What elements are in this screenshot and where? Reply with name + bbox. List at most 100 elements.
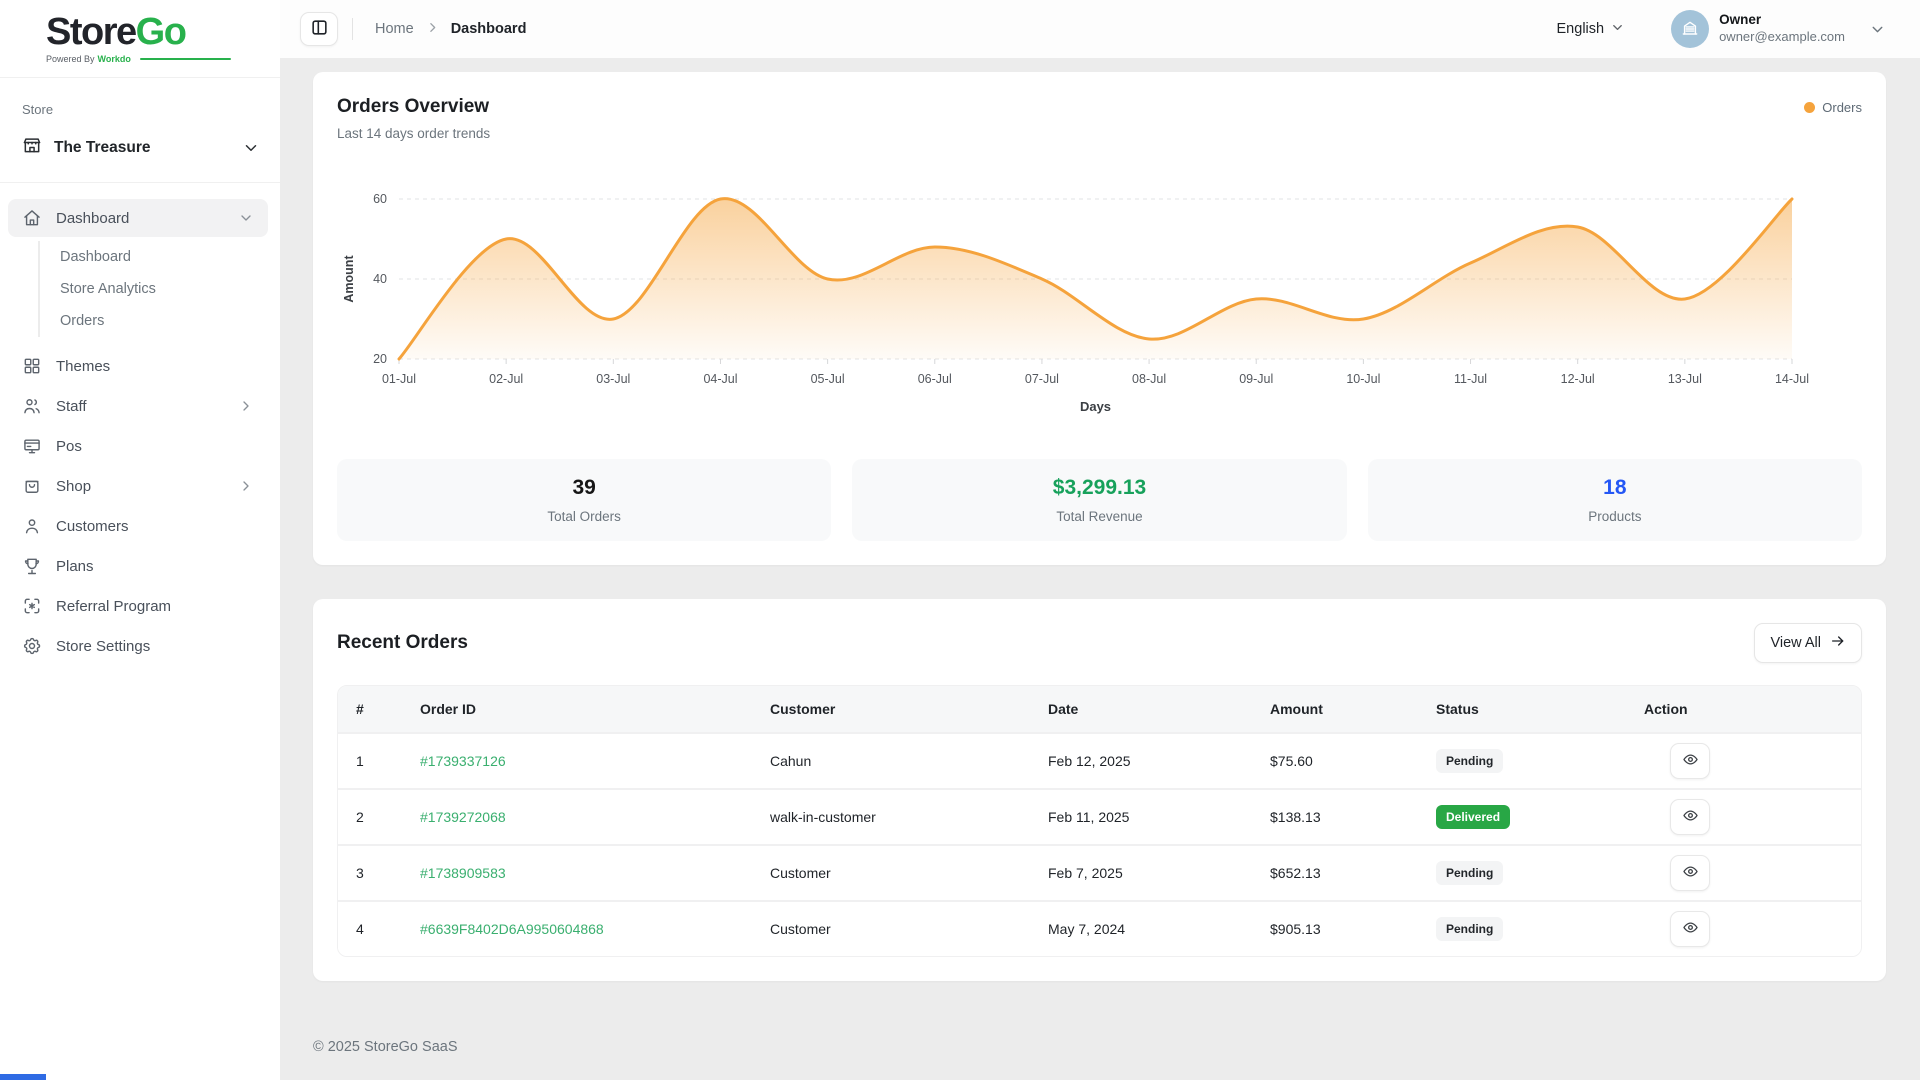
chevron-down-icon [242, 139, 260, 157]
stat-value: $3,299.13 [1053, 476, 1146, 500]
sidebar-item-label: Staff [56, 398, 87, 415]
store-selector[interactable]: The Treasure [22, 129, 268, 166]
sidebar-subitem-orders[interactable]: Orders [40, 305, 280, 337]
chevron-right-icon [238, 478, 254, 494]
view-order-button[interactable] [1670, 743, 1710, 779]
cell-amount: $75.60 [1270, 753, 1436, 769]
sidebar-item-customers[interactable]: Customers [8, 507, 268, 545]
status-badge: Pending [1436, 749, 1503, 773]
arrow-right-icon [1830, 633, 1846, 653]
view-all-button[interactable]: View All [1754, 623, 1862, 663]
storefront-icon [22, 135, 42, 160]
store-name: The Treasure [54, 139, 151, 157]
svg-text:09-Jul: 09-Jul [1239, 372, 1273, 386]
breadcrumb: Home Dashboard [375, 21, 526, 38]
footer: © 2025 StoreGo SaaS [313, 1039, 1886, 1065]
sidebar-item-staff[interactable]: Staff [8, 387, 268, 425]
sidebar-item-label: Themes [56, 358, 110, 375]
chevron-down-icon [1610, 20, 1625, 39]
column-header-date: Date [1048, 701, 1270, 717]
area-chart-svg: 20406001-Jul02-Jul03-Jul04-Jul05-Jul06-J… [337, 169, 1862, 424]
sidebar-item-referral-program[interactable]: Referral Program [8, 587, 268, 625]
monitor-icon [22, 436, 42, 456]
svg-text:05-Jul: 05-Jul [811, 372, 845, 386]
svg-text:02-Jul: 02-Jul [489, 372, 523, 386]
logo-text: StoreGo [46, 13, 280, 51]
stat-label: Products [1588, 509, 1641, 524]
cell-num: 4 [356, 921, 420, 937]
cell-date: May 7, 2024 [1048, 921, 1270, 937]
cell-status: Pending [1436, 749, 1644, 773]
order-id-link[interactable]: #1738909583 [420, 865, 770, 881]
breadcrumb-home-link[interactable]: Home [375, 21, 414, 37]
grid-icon [22, 356, 42, 376]
sidebar-item-pos[interactable]: Pos [8, 427, 268, 465]
logo-underline [140, 58, 231, 60]
column-header-num: # [356, 701, 420, 717]
svg-text:11-Jul: 11-Jul [1454, 372, 1487, 386]
cell-customer: Cahun [770, 753, 1048, 769]
sidebar-subitem-store-analytics[interactable]: Store Analytics [40, 273, 280, 305]
legend-label: Orders [1822, 100, 1862, 115]
sidebar-item-label: Store Settings [56, 638, 150, 655]
sidebar-toggle-button[interactable] [300, 12, 338, 46]
chevron-down-icon [1869, 21, 1886, 38]
table-row: 3#1738909583CustomerFeb 7, 2025$652.13Pe… [338, 844, 1861, 900]
app-logo[interactable]: StoreGo Powered By Workdo [0, 0, 280, 78]
trophy-icon [22, 556, 42, 576]
svg-text:03-Jul: 03-Jul [596, 372, 630, 386]
cell-date: Feb 11, 2025 [1048, 809, 1270, 825]
stat-label: Total Orders [547, 509, 621, 524]
stat-card-products: 18Products [1368, 459, 1862, 541]
stat-card-total-orders: 39Total Orders [337, 459, 831, 541]
sidebar-item-themes[interactable]: Themes [8, 347, 268, 385]
order-id-link[interactable]: #6639F8402D6A9950604868 [420, 921, 770, 937]
language-selector[interactable]: English [1557, 20, 1626, 39]
order-id-link[interactable]: #1739272068 [420, 809, 770, 825]
language-label: English [1557, 21, 1605, 37]
cell-amount: $652.13 [1270, 865, 1436, 881]
cell-date: Feb 12, 2025 [1048, 753, 1270, 769]
chart-legend-orders[interactable]: Orders [1804, 96, 1862, 115]
powered-by: Powered By Workdo [46, 54, 231, 64]
user-icon [22, 516, 42, 536]
table-row: 4#6639F8402D6A9950604868CustomerMay 7, 2… [338, 900, 1861, 956]
cell-status: Pending [1436, 861, 1644, 885]
topbar: Home Dashboard English Owner owner@examp… [280, 0, 1920, 58]
view-order-button[interactable] [1670, 799, 1710, 835]
breadcrumb-current: Dashboard [451, 21, 527, 37]
cell-action [1644, 743, 1843, 779]
svg-text:60: 60 [373, 192, 387, 206]
view-order-button[interactable] [1670, 911, 1710, 947]
view-order-button[interactable] [1670, 855, 1710, 891]
column-header-status: Status [1436, 701, 1644, 717]
powered-by-brand: Workdo [98, 54, 131, 64]
stat-label: Total Revenue [1056, 509, 1142, 524]
sidebar-item-label: Plans [56, 558, 94, 575]
cell-amount: $905.13 [1270, 921, 1436, 937]
order-id-link[interactable]: #1739337126 [420, 753, 770, 769]
sidebar-submenu: DashboardStore AnalyticsOrders [38, 241, 280, 337]
user-menu[interactable]: Owner owner@example.com [1671, 10, 1886, 48]
sidebar-item-label: Dashboard [56, 210, 129, 227]
sidebar-item-store-settings[interactable]: Store Settings [8, 627, 268, 665]
column-header-order-id: Order ID [420, 701, 770, 717]
sidebar-subitem-dashboard[interactable]: Dashboard [40, 241, 280, 273]
cell-status: Delivered [1436, 805, 1644, 829]
svg-text:06-Jul: 06-Jul [918, 372, 952, 386]
building-icon [1680, 19, 1700, 39]
copyright-text: © 2025 StoreGo SaaS [313, 1039, 458, 1055]
cell-customer: Customer [770, 865, 1048, 881]
sidebar-item-shop[interactable]: Shop [8, 467, 268, 505]
orders-overview-card: Orders Overview Last 14 days order trend… [313, 72, 1886, 565]
sidebar-item-dashboard[interactable]: Dashboard [8, 199, 268, 237]
sidebar-item-plans[interactable]: Plans [8, 547, 268, 585]
sidebar-menu: DashboardDashboardStore AnalyticsOrdersT… [0, 183, 280, 665]
svg-text:Amount: Amount [342, 255, 356, 303]
svg-text:14-Jul: 14-Jul [1775, 372, 1809, 386]
svg-text:12-Jul: 12-Jul [1561, 372, 1595, 386]
topbar-divider [352, 18, 353, 40]
column-header-action: Action [1644, 701, 1843, 717]
eye-icon [1682, 919, 1699, 939]
table-row: 1#1739337126CahunFeb 12, 2025$75.60Pendi… [338, 732, 1861, 788]
